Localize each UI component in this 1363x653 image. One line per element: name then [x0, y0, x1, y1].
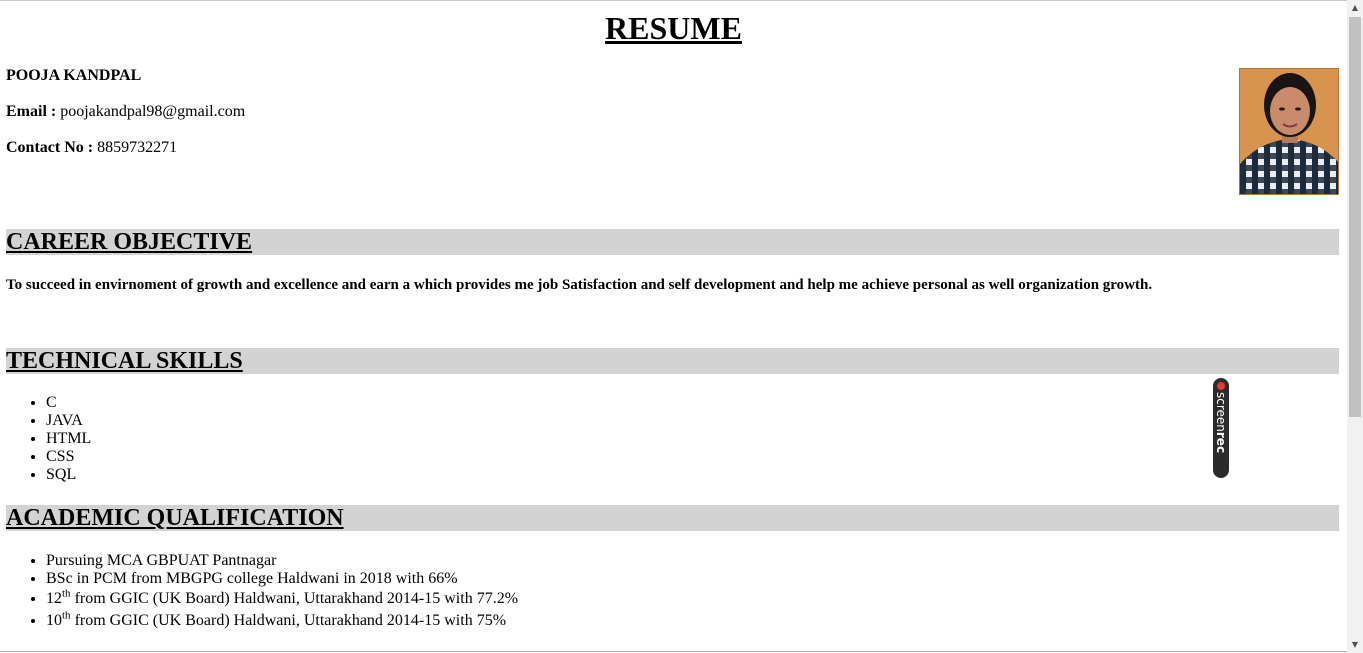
technical-skills-list: C JAVA HTML CSS SQL [6, 394, 91, 484]
section-title-career-objective: CAREER OBJECTIVE [6, 229, 253, 255]
contact-value: 8859732271 [97, 139, 178, 156]
scrollbar-thumb[interactable] [1349, 17, 1361, 417]
resume-page: RESUME POOJA KANDPAL Email : poojakandpa… [0, 0, 1347, 653]
screenrec-label: screenrec [1214, 392, 1228, 453]
qualification-text: Pursuing MCA GBPUAT Pantnagar [46, 552, 277, 569]
candidate-name: POOJA KANDPAL [6, 67, 142, 84]
profile-photo-image [1240, 69, 1338, 194]
qualification-text: from GGIC (UK Board) Haldwani, Uttarakha… [70, 590, 519, 607]
section-header-technical-skills: TECHNICAL SKILLS [6, 348, 1339, 374]
qualification-grade: 12 [46, 590, 62, 607]
qualification-text: BSc in PCM from MBGPG college Haldwani i… [46, 570, 458, 587]
list-item: BSc in PCM from MBGPG college Haldwani i… [46, 570, 518, 588]
record-dot-icon [1217, 382, 1225, 390]
list-item: HTML [46, 430, 91, 448]
arrow-down-icon[interactable]: ▼ [1347, 637, 1363, 653]
section-header-career-objective: CAREER OBJECTIVE [6, 229, 1339, 255]
contact-row: Contact No : 8859732271 [6, 138, 177, 158]
qualification-grade-suffix: th [62, 587, 71, 600]
career-objective-text: To succeed in envirnoment of growth and … [6, 277, 1153, 293]
section-title-academic-qualification: ACADEMIC QUALIFICATION [6, 505, 344, 531]
qualification-text: from GGIC (UK Board) Haldwani, Uttarakha… [70, 612, 507, 629]
vertical-scrollbar[interactable]: ▲ ▼ [1347, 0, 1363, 653]
list-item: CSS [46, 448, 91, 466]
profile-photo [1239, 68, 1339, 195]
email-value: poojakandpal98@gmail.com [60, 103, 246, 120]
qualification-grade: 10 [46, 612, 62, 629]
email-label: Email : [6, 103, 57, 120]
list-item: 10th from GGIC (UK Board) Haldwani, Utta… [46, 610, 518, 632]
academic-qualification-list: Pursuing MCA GBPUAT Pantnagar BSc in PCM… [6, 552, 518, 632]
list-item: 12th from GGIC (UK Board) Haldwani, Utta… [46, 588, 518, 610]
arrow-up-icon[interactable]: ▲ [1347, 0, 1363, 16]
list-item: Pursuing MCA GBPUAT Pantnagar [46, 552, 518, 570]
email-row: Email : poojakandpal98@gmail.com [6, 102, 245, 122]
contact-label: Contact No : [6, 139, 94, 156]
screenrec-label-light: screen [1214, 392, 1228, 432]
screenrec-label-bold: rec [1214, 431, 1228, 454]
list-item: JAVA [46, 412, 91, 430]
list-item: SQL [46, 466, 91, 484]
screenrec-overlay[interactable]: screenrec [1213, 378, 1229, 478]
section-title-technical-skills: TECHNICAL SKILLS [6, 348, 243, 374]
section-header-academic-qualification: ACADEMIC QUALIFICATION [6, 505, 1339, 531]
bottom-border [0, 651, 1347, 652]
page-title: RESUME [605, 10, 742, 46]
list-item: C [46, 394, 91, 412]
qualification-grade-suffix: th [62, 609, 71, 622]
